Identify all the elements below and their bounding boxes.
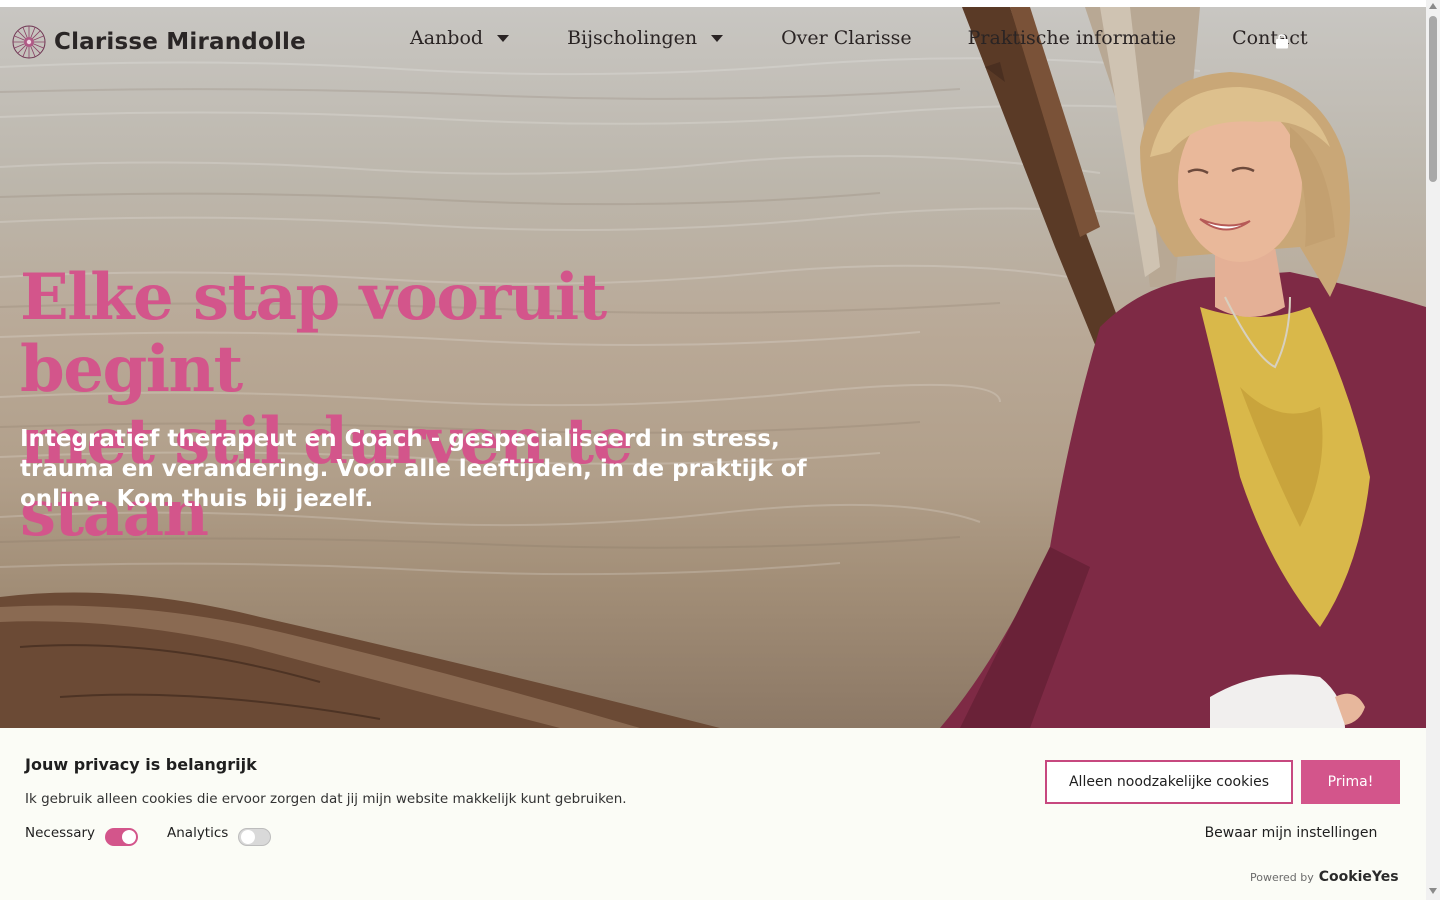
necessary-toggle-row: Necessary xyxy=(25,820,139,846)
cookieyes-logo: CookieYes xyxy=(1318,869,1399,885)
page-scrollbar[interactable] xyxy=(1426,0,1440,900)
caret-down-icon xyxy=(497,34,510,42)
nav-item-praktische-informatie[interactable]: Praktische informatie xyxy=(968,27,1177,49)
scroll-down-arrow-icon[interactable] xyxy=(1429,888,1437,894)
nav-item-contact[interactable]: Contact xyxy=(1232,27,1307,49)
toggle-knob xyxy=(122,830,137,844)
headline-line-1: Elke stap vooruit begint xyxy=(20,260,607,407)
nav-label: Bijscholingen xyxy=(567,27,698,49)
toggle-knob xyxy=(241,830,256,844)
cookie-description: Ik gebruik alleen cookies die ervoor zor… xyxy=(25,791,627,807)
mandala-icon xyxy=(12,25,46,59)
save-settings-button[interactable]: Bewaar mijn instellingen xyxy=(1190,821,1392,845)
necessary-label: Necessary xyxy=(25,825,96,841)
shopping-bag-icon[interactable] xyxy=(1275,34,1289,49)
site-logo[interactable]: Clarisse Mirandolle xyxy=(11,24,306,60)
analytics-toggle[interactable] xyxy=(238,828,272,846)
nav-item-over-clarisse[interactable]: Over Clarisse xyxy=(781,27,912,49)
main-navigation: Aanbod Bijscholingen Over Clarisse Prakt… xyxy=(410,27,1308,49)
cookie-title: Jouw privacy is belangrijk xyxy=(25,755,257,774)
necessary-toggle[interactable] xyxy=(105,828,139,846)
accept-cookies-button[interactable]: Prima! xyxy=(1301,760,1400,804)
site-header: Clarisse Mirandolle Aanbod Bijscholingen… xyxy=(0,7,1426,75)
nav-item-aanbod[interactable]: Aanbod xyxy=(410,27,510,49)
scrollbar-thumb[interactable] xyxy=(1429,16,1437,182)
scroll-up-arrow-icon[interactable] xyxy=(1429,3,1437,9)
nav-label: Aanbod xyxy=(410,27,484,49)
powered-by-label: Powered by xyxy=(1250,871,1314,884)
nav-label: Over Clarisse xyxy=(781,27,912,49)
nav-label: Contact xyxy=(1232,27,1308,49)
nav-label: Praktische informatie xyxy=(967,27,1177,49)
necessary-cookies-button[interactable]: Alleen noodzakelijke cookies xyxy=(1045,760,1293,804)
analytics-toggle-row: Analytics xyxy=(167,820,272,846)
caret-down-icon xyxy=(711,34,724,42)
nav-item-bijscholingen[interactable]: Bijscholingen xyxy=(567,27,724,49)
hero-subline: Integratief therapeut en Coach - gespeci… xyxy=(20,426,807,512)
powered-by[interactable]: Powered by CookieYes xyxy=(1250,869,1399,885)
brand-name: Clarisse Mirandolle xyxy=(54,29,306,55)
cookie-banner: Jouw privacy is belangrijk Ik gebruik al… xyxy=(0,728,1426,900)
analytics-label: Analytics xyxy=(167,825,229,841)
top-strip xyxy=(0,0,1426,7)
